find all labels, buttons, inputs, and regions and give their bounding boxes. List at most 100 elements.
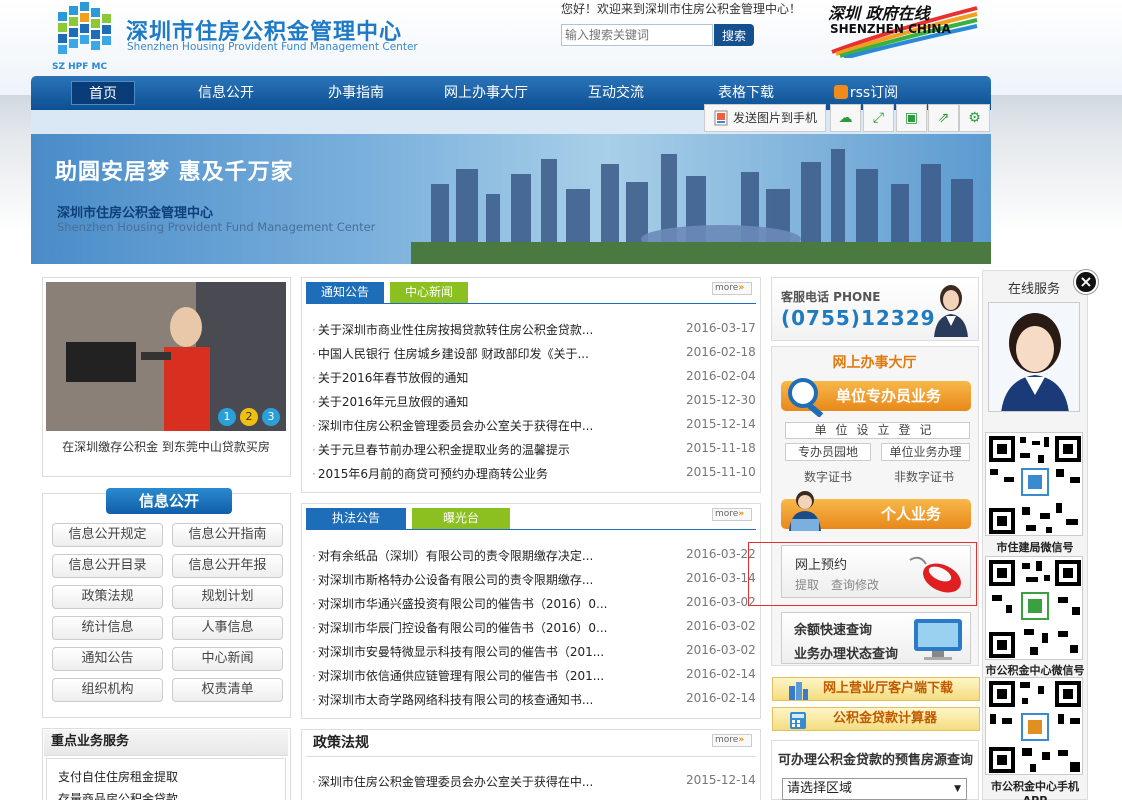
news-item[interactable]: · 对深圳市安曼特微显示科技有限公司的催告书（201... <box>312 643 604 660</box>
share-icon[interactable]: ⇗ <box>928 104 959 132</box>
digital-cert-link[interactable]: 数字证书 <box>804 468 852 485</box>
tab-center-news[interactable]: 中心新闻 <box>390 282 468 303</box>
nav-online-hall[interactable]: 网上办事大厅 <box>431 81 541 105</box>
customer-service-icon <box>934 285 968 337</box>
more-label: more <box>715 283 739 293</box>
tab-notices[interactable]: 通知公告 <box>306 282 384 303</box>
key-service-item[interactable]: 支付自住住房租金提取 <box>58 768 178 785</box>
info-btn-statistics[interactable]: 统计信息 <box>52 616 163 640</box>
info-btn-catalog[interactable]: 信息公开目录 <box>52 554 163 578</box>
nav-guide[interactable]: 办事指南 <box>311 81 401 105</box>
tab-exposure[interactable]: 曝光台 <box>412 508 510 529</box>
unit-registration-link[interactable]: 单位设立登记 <box>785 422 970 439</box>
info-btn-annual-report[interactable]: 信息公开年报 <box>172 554 283 578</box>
nav-forms[interactable]: 表格下载 <box>701 81 791 105</box>
save-icon[interactable]: ▣ <box>896 104 927 132</box>
info-btn-guide[interactable]: 信息公开指南 <box>172 523 283 547</box>
personal-business-label: 个人业务 <box>880 505 941 523</box>
slideshow-caption[interactable]: 在深圳缴存公积金 到东莞中山贷款买房 <box>46 438 286 455</box>
news-date: 2015-11-10 <box>686 465 756 479</box>
qr-code-icon <box>986 678 1082 774</box>
policy-divider <box>306 756 756 757</box>
settings-icon[interactable]: ⚙ <box>959 104 990 132</box>
tab-enforcement[interactable]: 执法公告 <box>306 508 406 529</box>
nav-rss-label: rss订阅 <box>849 85 899 101</box>
search-input[interactable] <box>561 24 713 46</box>
personal-business-button[interactable]: 个人业务 <box>781 491 971 531</box>
news-item[interactable]: · 关于深圳市商业性住房按揭贷款转住房公积金贷款... <box>312 321 593 338</box>
news-item[interactable]: · 深圳市住房公积金管理委员会办公室关于获得在中... <box>312 417 593 434</box>
info-btn-rules[interactable]: 信息公开规定 <box>52 523 163 547</box>
loan-calculator-link[interactable]: 公积金贷款计算器 <box>772 707 980 731</box>
news-title: 关于元旦春节前办理公积金提取业务的温馨提示 <box>317 443 570 457</box>
news-item[interactable]: · 对深圳市华通兴盛投资有限公司的催告书（2016）0... <box>312 595 607 612</box>
send-to-phone-button[interactable]: 发送图片到手机 <box>704 104 826 132</box>
news-item[interactable]: · 关于2016年春节放假的通知 <box>312 369 468 386</box>
service-agent-photo[interactable] <box>988 302 1080 412</box>
qr-label-fund-center-app: 市公积金中心手机APP <box>991 780 1079 800</box>
qr-code-fund-center-app[interactable] <box>985 677 1083 775</box>
cloud-icon[interactable]: ☁ <box>830 104 861 132</box>
status-query-link[interactable]: 业务办理状态查询 <box>794 643 898 662</box>
news-date: 2016-03-02 <box>686 619 756 633</box>
news-item[interactable]: · 2015年6月前的商贷可预约办理商转公业务 <box>312 465 548 482</box>
nav-info-open[interactable]: 信息公开 <box>181 81 271 105</box>
info-btn-planning[interactable]: 规划计划 <box>172 585 283 609</box>
news-item[interactable]: · 中国人民银行 住房城乡建设部 财政部印发《关于... <box>312 345 589 362</box>
fullscreen-icon[interactable]: ⤢ <box>863 104 894 132</box>
info-btn-personnel[interactable]: 人事信息 <box>172 616 283 640</box>
qr-code-housing-bureau[interactable] <box>985 432 1083 536</box>
slide-dot-1[interactable]: 1 <box>218 408 236 426</box>
qr-label-fund-center-wechat: 市公积金中心微信号 <box>985 664 1085 677</box>
news-item[interactable]: · 对深圳市斯格特办公设备有限公司的责令限期缴存... <box>312 571 593 588</box>
magnifier-icon <box>788 378 824 417</box>
info-btn-organization[interactable]: 组织机构 <box>52 678 163 702</box>
news-item[interactable]: · 对深圳市太奇学路网络科技有限公司的核查通知书... <box>312 691 593 708</box>
news-item[interactable]: · 对深圳市华辰门控设备有限公司的催告书（2016）0... <box>312 619 607 636</box>
news-title: 2015年6月前的商贷可预约办理商转公业务 <box>317 467 549 481</box>
monitor-icon <box>914 619 962 660</box>
nav-rss[interactable]: rss订阅 <box>831 81 901 105</box>
key-services-title: 重点业务服务 <box>44 730 288 756</box>
presale-title: 可办理公积金贷款的预售房源查询 <box>778 753 974 768</box>
more-link-enforcement[interactable]: more» <box>712 508 752 521</box>
info-btn-responsibilities[interactable]: 权责清单 <box>172 678 283 702</box>
news-date: 2015-11-18 <box>686 441 756 455</box>
region-select[interactable]: 请选择区域 ▼ <box>782 778 967 800</box>
slide-dot-2[interactable]: 2 <box>240 408 258 426</box>
qr-label-housing-bureau: 市住建局微信号 <box>996 541 1074 554</box>
tab-agent-area[interactable]: 专办员园地 <box>785 443 871 461</box>
client-download-link[interactable]: 网上营业厅客户端下载 <box>772 677 980 701</box>
region-select-value: 请选择区域 <box>787 781 853 796</box>
tab-unit-business[interactable]: 单位业务办理 <box>881 443 970 461</box>
balance-query-link[interactable]: 余额快速查询 <box>794 619 872 638</box>
qr-code-fund-center-wechat[interactable] <box>985 556 1083 660</box>
info-btn-center-news[interactable]: 中心新闻 <box>172 647 283 671</box>
non-digital-cert-link[interactable]: 非数字证书 <box>894 468 954 485</box>
phone-image-icon <box>714 110 728 126</box>
nav-interaction[interactable]: 互动交流 <box>571 81 661 105</box>
news-item[interactable]: · 对有余纸品（深圳）有限公司的责令限期缴存决定... <box>312 547 593 564</box>
loan-calculator-label: 公积金贷款计算器 <box>833 711 938 726</box>
key-service-item[interactable]: 存量商品房公积金贷款 <box>58 790 178 800</box>
info-btn-policy[interactable]: 政策法规 <box>52 585 163 609</box>
news-item[interactable]: · 对深圳市依信通供应链管理有限公司的催告书（201... <box>312 667 604 684</box>
more-link-policy[interactable]: more» <box>712 734 752 747</box>
unit-agent-label: 单位专办员业务 <box>835 387 941 405</box>
news-date: 2015-12-14 <box>686 417 756 431</box>
more-link-notices[interactable]: more» <box>712 282 752 295</box>
close-icon[interactable]: × <box>1074 270 1098 294</box>
news-date: 2016-03-14 <box>686 571 756 585</box>
news-date: 2016-02-04 <box>686 369 756 383</box>
news-item[interactable]: · 关于2016年元旦放假的通知 <box>312 393 468 410</box>
news-item[interactable]: · 关于元旦春节前办理公积金提取业务的温馨提示 <box>312 441 570 458</box>
news-item[interactable]: · 深圳市住房公积金管理委员会办公室关于获得在中... <box>312 773 593 790</box>
news-date: 2015-12-30 <box>686 393 756 407</box>
unit-agent-button[interactable]: 单位专办员业务 <box>781 378 971 417</box>
tab-underline <box>306 303 756 304</box>
info-btn-notices[interactable]: 通知公告 <box>52 647 163 671</box>
agent-portrait <box>989 303 1079 411</box>
nav-home[interactable]: 首页 <box>71 81 135 105</box>
slide-dot-3[interactable]: 3 <box>262 408 280 426</box>
search-button[interactable]: 搜索 <box>714 24 754 46</box>
